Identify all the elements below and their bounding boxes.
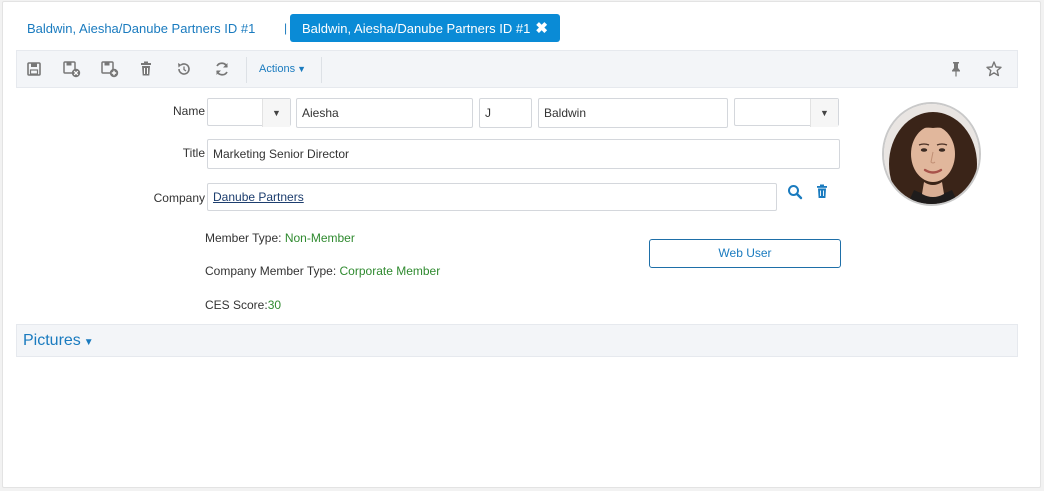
first-name-value: Aiesha (302, 106, 339, 120)
member-type-value: Non-Member (284, 231, 355, 245)
delete-icon[interactable] (137, 60, 155, 78)
save-close-icon[interactable] (63, 60, 81, 78)
tab-record-inactive[interactable]: Baldwin, Aiesha/Danube Partners ID #1 (27, 21, 255, 36)
toolbar-divider (246, 57, 247, 83)
pin-icon[interactable] (947, 60, 965, 78)
actions-label: Actions (259, 63, 296, 75)
trash-icon[interactable] (815, 184, 829, 202)
title-input[interactable]: Marketing Senior Director (207, 139, 840, 169)
star-icon[interactable] (985, 60, 1003, 78)
refresh-icon[interactable] (213, 60, 231, 78)
avatar[interactable] (882, 102, 981, 206)
pictures-section-header[interactable]: Pictures ▼ (16, 324, 1018, 357)
search-icon[interactable] (787, 184, 803, 203)
member-type-label: Member Type: (205, 231, 285, 245)
chevron-down-icon: ▼ (810, 99, 838, 127)
company-member-type-line: Company Member Type: Corporate Member (205, 264, 440, 278)
name-prefix-select[interactable]: ▼ (207, 98, 291, 127)
toolbar: Actions ▼ (16, 50, 1018, 88)
save-new-icon[interactable] (101, 60, 119, 78)
chevron-down-icon: ▼ (83, 337, 94, 348)
tab-active-label: Baldwin, Aiesha/Danube Partners ID #1 (302, 20, 531, 36)
name-suffix-select[interactable]: ▼ (734, 98, 839, 127)
tab-separator: | (284, 21, 288, 35)
title-value: Marketing Senior Director (213, 147, 350, 161)
last-name-value: Baldwin (544, 106, 587, 120)
pictures-section-label: Pictures (23, 332, 81, 349)
actions-menu-button[interactable]: Actions ▼ (259, 63, 306, 75)
web-user-button[interactable]: Web User (649, 239, 841, 268)
company-member-type-value: Corporate Member (339, 264, 441, 278)
company-label: Company (153, 191, 205, 205)
chevron-down-icon: ▼ (262, 99, 290, 127)
undo-icon[interactable] (175, 60, 193, 78)
ces-score-label: CES Score: (205, 298, 268, 312)
company-link[interactable]: Danube Partners (213, 190, 304, 204)
middle-initial-value: J (485, 106, 491, 120)
save-icon[interactable] (25, 60, 43, 78)
first-name-input[interactable]: Aiesha (296, 98, 473, 128)
last-name-input[interactable]: Baldwin (538, 98, 728, 128)
toolbar-divider (321, 57, 322, 83)
company-member-type-label: Company Member Type: (205, 264, 340, 278)
name-label: Name (172, 104, 205, 118)
title-label: Title (182, 146, 205, 160)
member-type-line: Member Type: Non-Member (205, 231, 355, 245)
tab-record-active[interactable]: Baldwin, Aiesha/Danube Partners ID #1 ✖ (290, 14, 560, 42)
pictures-section-toggle[interactable]: Pictures ▼ (23, 332, 94, 350)
ces-score-line: CES Score:30 (205, 298, 281, 312)
middle-initial-input[interactable]: J (479, 98, 532, 128)
ces-score-value: 30 (267, 298, 282, 312)
close-icon[interactable]: ✖ (535, 19, 548, 37)
company-input[interactable]: Danube Partners (207, 183, 777, 211)
chevron-down-icon: ▼ (297, 64, 306, 74)
